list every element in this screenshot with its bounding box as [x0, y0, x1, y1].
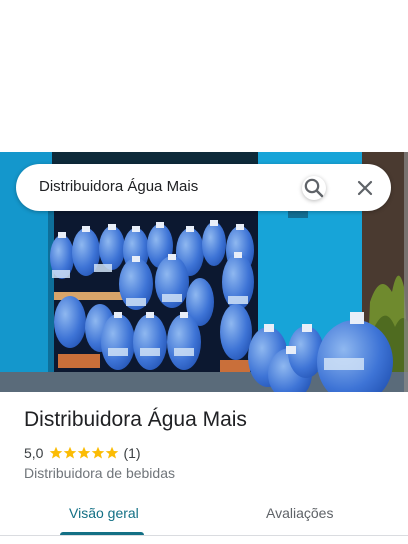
search-icon[interactable] — [302, 176, 326, 200]
star-rating — [49, 446, 119, 460]
star-icon — [64, 446, 77, 459]
star-icon — [50, 446, 63, 459]
rating-value: 5,0 — [24, 445, 44, 461]
tabs-divider — [0, 535, 408, 536]
search-input[interactable]: Distribuidora Água Mais — [39, 178, 198, 195]
search-bar[interactable]: Distribuidora Água Mais — [16, 164, 391, 211]
place-title: Distribuidora Água Mais — [24, 408, 247, 431]
star-icon — [106, 446, 119, 459]
close-icon[interactable] — [353, 176, 377, 200]
photo-scrollbar[interactable] — [404, 152, 408, 392]
tab-overview[interactable]: Visão geral — [69, 505, 139, 521]
tab-reviews[interactable]: Avaliações — [266, 505, 333, 521]
rating-row[interactable]: 5,0 (1) — [24, 444, 141, 462]
star-icon — [92, 446, 105, 459]
star-icon — [78, 446, 91, 459]
place-category[interactable]: Distribuidora de bebidas — [24, 465, 175, 481]
reviews-count[interactable]: (1) — [123, 445, 140, 461]
